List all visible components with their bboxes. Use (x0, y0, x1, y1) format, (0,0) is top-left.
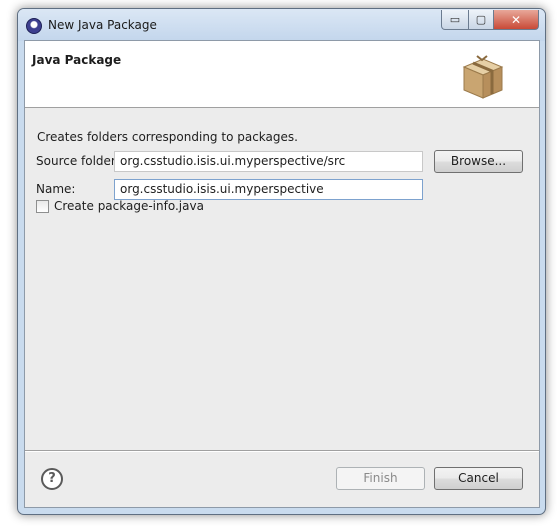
window-title: New Java Package (48, 18, 157, 32)
help-icon[interactable]: ? (41, 468, 63, 490)
eclipse-icon (26, 18, 42, 34)
wizard-header: Java Package (25, 41, 539, 108)
page-description: Creates folders corresponding to package… (37, 130, 298, 144)
minimize-icon: ▭ (449, 13, 461, 26)
package-name-field[interactable]: org.csstudio.isis.ui.myperspective (114, 179, 423, 200)
package-info-checkbox[interactable] (36, 199, 49, 213)
package-info-option[interactable]: Create package-info.java (36, 199, 204, 213)
finish-button-label: Finish (363, 471, 398, 485)
source-folder-label: Source folder: (36, 154, 120, 168)
footer-separator (25, 450, 539, 452)
finish-button[interactable]: Finish (336, 467, 425, 490)
maximize-icon: ▢ (475, 13, 487, 26)
cancel-button-label: Cancel (458, 471, 499, 485)
browse-button-label: Browse... (450, 154, 507, 168)
minimize-button[interactable]: ▭ (441, 10, 469, 30)
source-folder-field[interactable]: org.csstudio.isis.ui.myperspective/src (114, 151, 423, 172)
title-bar[interactable]: New Java Package ▭ ▢ ✕ (18, 9, 545, 41)
page-title: Java Package (32, 53, 122, 67)
window-controls: ▭ ▢ ✕ (441, 10, 539, 30)
maximize-button[interactable]: ▢ (469, 10, 494, 30)
package-icon (462, 55, 504, 99)
cancel-button[interactable]: Cancel (434, 467, 523, 490)
close-button[interactable]: ✕ (494, 10, 539, 30)
close-icon: ✕ (510, 12, 522, 27)
name-label: Name: (36, 182, 76, 196)
browse-button[interactable]: Browse... (434, 150, 523, 173)
package-info-label: Create package-info.java (54, 199, 204, 213)
dialog-client-area: Java Package Creates folders correspondi… (24, 40, 540, 508)
dialog-window: New Java Package ▭ ▢ ✕ Java Package Crea… (17, 8, 546, 515)
